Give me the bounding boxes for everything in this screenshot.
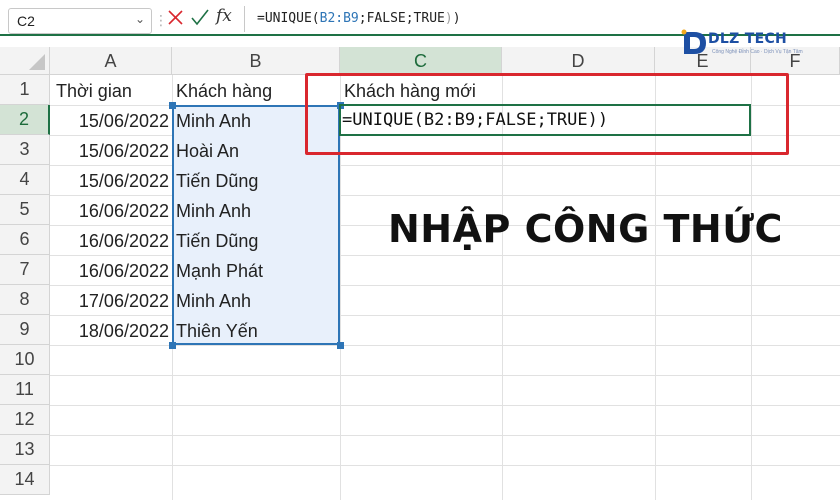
formula-part-range: B2:B9	[319, 11, 359, 26]
cell-a5[interactable]: 16/06/2022	[50, 196, 172, 226]
row-header-8[interactable]: 8	[0, 285, 50, 315]
row-header-7[interactable]: 7	[0, 255, 50, 285]
row-header-10[interactable]: 10	[0, 345, 50, 375]
dlz-tech-logo: DLZ TECH Công Nghệ Đỉnh Cao · Dịch Vụ Tậ…	[676, 26, 803, 60]
cell-a7[interactable]: 16/06/2022	[50, 256, 172, 286]
name-box[interactable]: C2 ⌄	[8, 8, 152, 34]
row-header-2[interactable]: 2	[0, 105, 50, 135]
row-header-13[interactable]: 13	[0, 435, 50, 465]
cell-a2[interactable]: 15/06/2022	[50, 106, 172, 136]
range-resize-handle[interactable]	[169, 102, 176, 109]
highlight-box	[305, 73, 789, 155]
gridline	[50, 405, 840, 406]
cell-a6[interactable]: 16/06/2022	[50, 226, 172, 256]
row-header-6[interactable]: 6	[0, 225, 50, 255]
gridline	[50, 375, 840, 376]
logo-tagline: Công Nghệ Đỉnh Cao · Dịch Vụ Tận Tâm	[712, 49, 803, 55]
spreadsheet-grid[interactable]: A B C D E F 1 2 3 4 5 6 7 8 9 10 11 12 1…	[0, 47, 840, 500]
column-header-d[interactable]: D	[502, 47, 655, 75]
column-header-c[interactable]: C	[340, 47, 502, 75]
cell-a8[interactable]: 17/06/2022	[50, 286, 172, 316]
cell-a4[interactable]: 15/06/2022	[50, 166, 172, 196]
select-all-button[interactable]	[0, 47, 50, 75]
row-header-12[interactable]: 12	[0, 405, 50, 435]
row-header-11[interactable]: 11	[0, 375, 50, 405]
row-header-3[interactable]: 3	[0, 135, 50, 165]
cancel-icon[interactable]	[166, 6, 186, 28]
chevron-down-icon[interactable]: ⌄	[135, 12, 145, 26]
row-header-9[interactable]: 9	[0, 315, 50, 345]
formula-part-paren-unmatched: )	[444, 11, 453, 26]
formula-text: =UNIQUE(B2:B9;FALSE;TRUE))	[257, 11, 461, 26]
formula-part-paren-close: )	[452, 11, 461, 26]
formula-part-fn: =UNIQUE(	[257, 11, 320, 26]
enter-check-icon[interactable]	[190, 6, 210, 28]
column-header-b[interactable]: B	[172, 47, 340, 75]
row-header-1[interactable]: 1	[0, 75, 50, 105]
range-resize-handle[interactable]	[169, 342, 176, 349]
logo-mark-icon	[681, 29, 706, 54]
range-resize-handle[interactable]	[337, 342, 344, 349]
column-header-a[interactable]: A	[50, 47, 172, 75]
row-header-14[interactable]: 14	[0, 465, 50, 495]
cell-a1[interactable]: Thời gian	[52, 76, 172, 106]
insert-function-icon[interactable]: fx	[216, 6, 232, 26]
row-header-5[interactable]: 5	[0, 195, 50, 225]
cell-a9[interactable]: 18/06/2022	[50, 316, 172, 346]
gridline	[50, 465, 840, 466]
name-box-value: C2	[17, 13, 35, 29]
logo-text: DLZ TECH	[708, 31, 788, 47]
gridline	[50, 435, 840, 436]
row-header-4[interactable]: 4	[0, 165, 50, 195]
formula-part-args: ;FALSE;TRUE	[358, 11, 445, 26]
select-all-triangle-icon	[29, 54, 45, 70]
cell-a3[interactable]: 15/06/2022	[50, 136, 172, 166]
instruction-caption: NHẬP CÔNG THỨC	[388, 207, 783, 251]
